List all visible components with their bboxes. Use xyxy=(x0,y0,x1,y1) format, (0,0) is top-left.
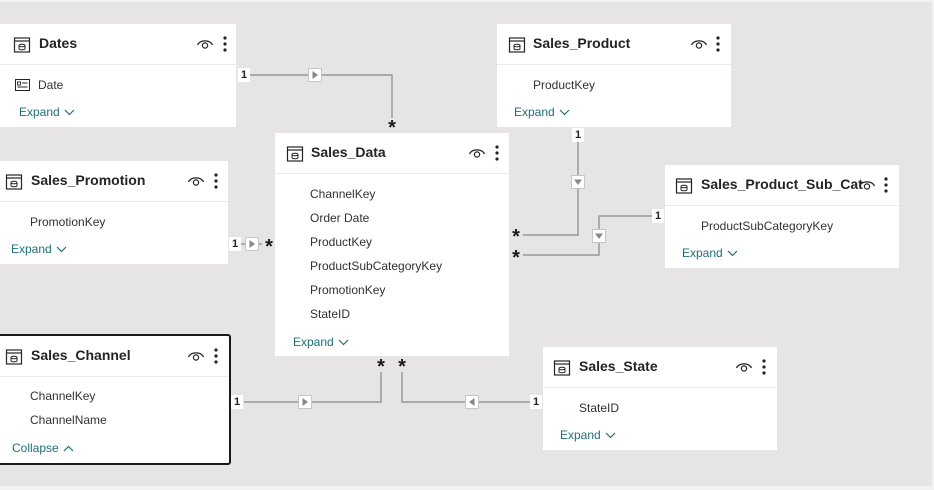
table-card-sales-product[interactable]: Sales_Product ProductKey Expand xyxy=(497,24,731,127)
cardinality-many: * xyxy=(512,226,520,248)
cardinality-one: 1 xyxy=(238,68,250,82)
card-title: Dates xyxy=(39,35,78,51)
card-title: Sales_Channel xyxy=(31,347,131,363)
table-icon xyxy=(5,349,23,365)
expand-label: Expand xyxy=(560,428,601,442)
cardinality-many: * xyxy=(388,117,396,139)
table-icon xyxy=(286,146,304,162)
cardinality-one: 1 xyxy=(229,237,241,251)
table-icon xyxy=(675,178,693,194)
field-promotionkey[interactable]: PromotionKey xyxy=(30,215,105,229)
expand-button[interactable]: Expand xyxy=(682,246,738,260)
field-productkey[interactable]: ProductKey xyxy=(533,78,595,92)
table-card-sales-product-sub-cat[interactable]: Sales_Product_Sub_Cat ProductSubCategory… xyxy=(665,165,899,268)
table-icon xyxy=(553,360,571,376)
filter-direction-right-icon[interactable] xyxy=(298,395,312,409)
card-title: Sales_Data xyxy=(311,144,386,160)
table-card-sales-state[interactable]: Sales_State StateID Expand xyxy=(543,347,777,450)
table-card-sales-channel[interactable]: Sales_Channel ChannelKey ChannelName Col… xyxy=(0,334,231,465)
expand-label: Expand xyxy=(11,242,52,256)
eye-icon[interactable] xyxy=(858,177,876,193)
cardinality-one: 1 xyxy=(572,128,584,142)
card-title: Sales_State xyxy=(579,358,658,374)
field-order-date[interactable]: Order Date xyxy=(310,211,369,225)
collapse-label: Collapse xyxy=(12,441,59,455)
table-card-sales-promotion[interactable]: Sales_Promotion PromotionKey Expand xyxy=(0,161,228,264)
cardinality-many: * xyxy=(377,356,385,378)
expand-button[interactable]: Expand xyxy=(560,428,616,442)
field-productsubcategorykey[interactable]: ProductSubCategoryKey xyxy=(310,259,442,273)
cardinality-many: * xyxy=(398,356,406,378)
card-header[interactable]: Sales_Product_Sub_Cat xyxy=(665,165,899,206)
chevron-down-icon xyxy=(727,250,738,257)
more-options-icon[interactable] xyxy=(883,176,889,194)
card-header[interactable]: Sales_Promotion xyxy=(0,161,228,202)
eye-icon[interactable] xyxy=(187,173,205,189)
card-title: Sales_Product_Sub_Cat xyxy=(701,176,863,192)
eye-icon[interactable] xyxy=(187,348,205,364)
eye-icon[interactable] xyxy=(690,36,708,52)
filter-direction-right-icon[interactable] xyxy=(245,237,259,251)
more-options-icon[interactable] xyxy=(494,144,500,162)
field-date[interactable]: Date xyxy=(38,78,63,92)
more-options-icon[interactable] xyxy=(213,172,219,190)
card-header[interactable]: Sales_Channel xyxy=(0,336,229,377)
table-icon xyxy=(5,174,23,190)
relationship-line-product xyxy=(523,142,579,236)
cardinality-one: 1 xyxy=(652,209,664,223)
more-options-icon[interactable] xyxy=(761,358,767,376)
field-channelkey[interactable]: ChannelKey xyxy=(30,389,95,403)
expand-label: Expand xyxy=(19,105,60,119)
field-channelkey[interactable]: ChannelKey xyxy=(310,187,375,201)
table-icon xyxy=(13,37,31,53)
card-header[interactable]: Sales_State xyxy=(543,347,777,388)
field-promotionkey[interactable]: PromotionKey xyxy=(310,283,385,297)
expand-button[interactable]: Expand xyxy=(293,335,349,349)
table-card-sales-data[interactable]: Sales_Data ChannelKey Order Date Product… xyxy=(275,133,509,356)
eye-icon[interactable] xyxy=(468,145,486,161)
collapse-button[interactable]: Collapse xyxy=(12,441,74,455)
expand-button[interactable]: Expand xyxy=(19,105,75,119)
filter-direction-right-icon[interactable] xyxy=(308,68,322,82)
more-options-icon[interactable] xyxy=(222,35,228,53)
eye-icon[interactable] xyxy=(196,36,214,52)
filter-direction-left-icon[interactable] xyxy=(465,395,479,409)
eye-icon[interactable] xyxy=(735,359,753,375)
filter-direction-down-icon[interactable] xyxy=(592,229,606,243)
table-card-dates[interactable]: Dates Date Expand xyxy=(0,24,236,127)
cardinality-one: 1 xyxy=(231,395,243,409)
table-icon xyxy=(508,37,526,53)
chevron-up-icon xyxy=(63,445,74,452)
chevron-down-icon xyxy=(559,109,570,116)
chevron-down-icon xyxy=(605,432,616,439)
field-channelname[interactable]: ChannelName xyxy=(30,413,107,427)
chevron-down-icon xyxy=(56,246,67,253)
chevron-down-icon xyxy=(64,109,75,116)
expand-button[interactable]: Expand xyxy=(11,242,67,256)
relationship-line-channel xyxy=(244,372,382,403)
field-productsubcategorykey[interactable]: ProductSubCategoryKey xyxy=(701,219,833,233)
card-title: Sales_Promotion xyxy=(31,172,146,188)
card-title: Sales_Product xyxy=(533,35,631,51)
field-stateid[interactable]: StateID xyxy=(310,307,350,321)
field-stateid[interactable]: StateID xyxy=(579,401,619,415)
card-header[interactable]: Dates xyxy=(0,24,236,65)
expand-label: Expand xyxy=(293,335,334,349)
cardinality-many: * xyxy=(512,247,520,269)
expand-label: Expand xyxy=(514,105,555,119)
date-field-icon xyxy=(15,79,30,91)
cardinality-many: * xyxy=(265,236,273,258)
card-header[interactable]: Sales_Product xyxy=(497,24,731,65)
cardinality-one: 1 xyxy=(530,395,542,409)
expand-button[interactable]: Expand xyxy=(514,105,570,119)
more-options-icon[interactable] xyxy=(213,347,219,365)
more-options-icon[interactable] xyxy=(715,35,721,53)
filter-direction-down-icon[interactable] xyxy=(571,175,585,189)
expand-label: Expand xyxy=(682,246,723,260)
chevron-down-icon xyxy=(338,339,349,346)
field-productkey[interactable]: ProductKey xyxy=(310,235,372,249)
card-header[interactable]: Sales_Data xyxy=(275,133,509,174)
